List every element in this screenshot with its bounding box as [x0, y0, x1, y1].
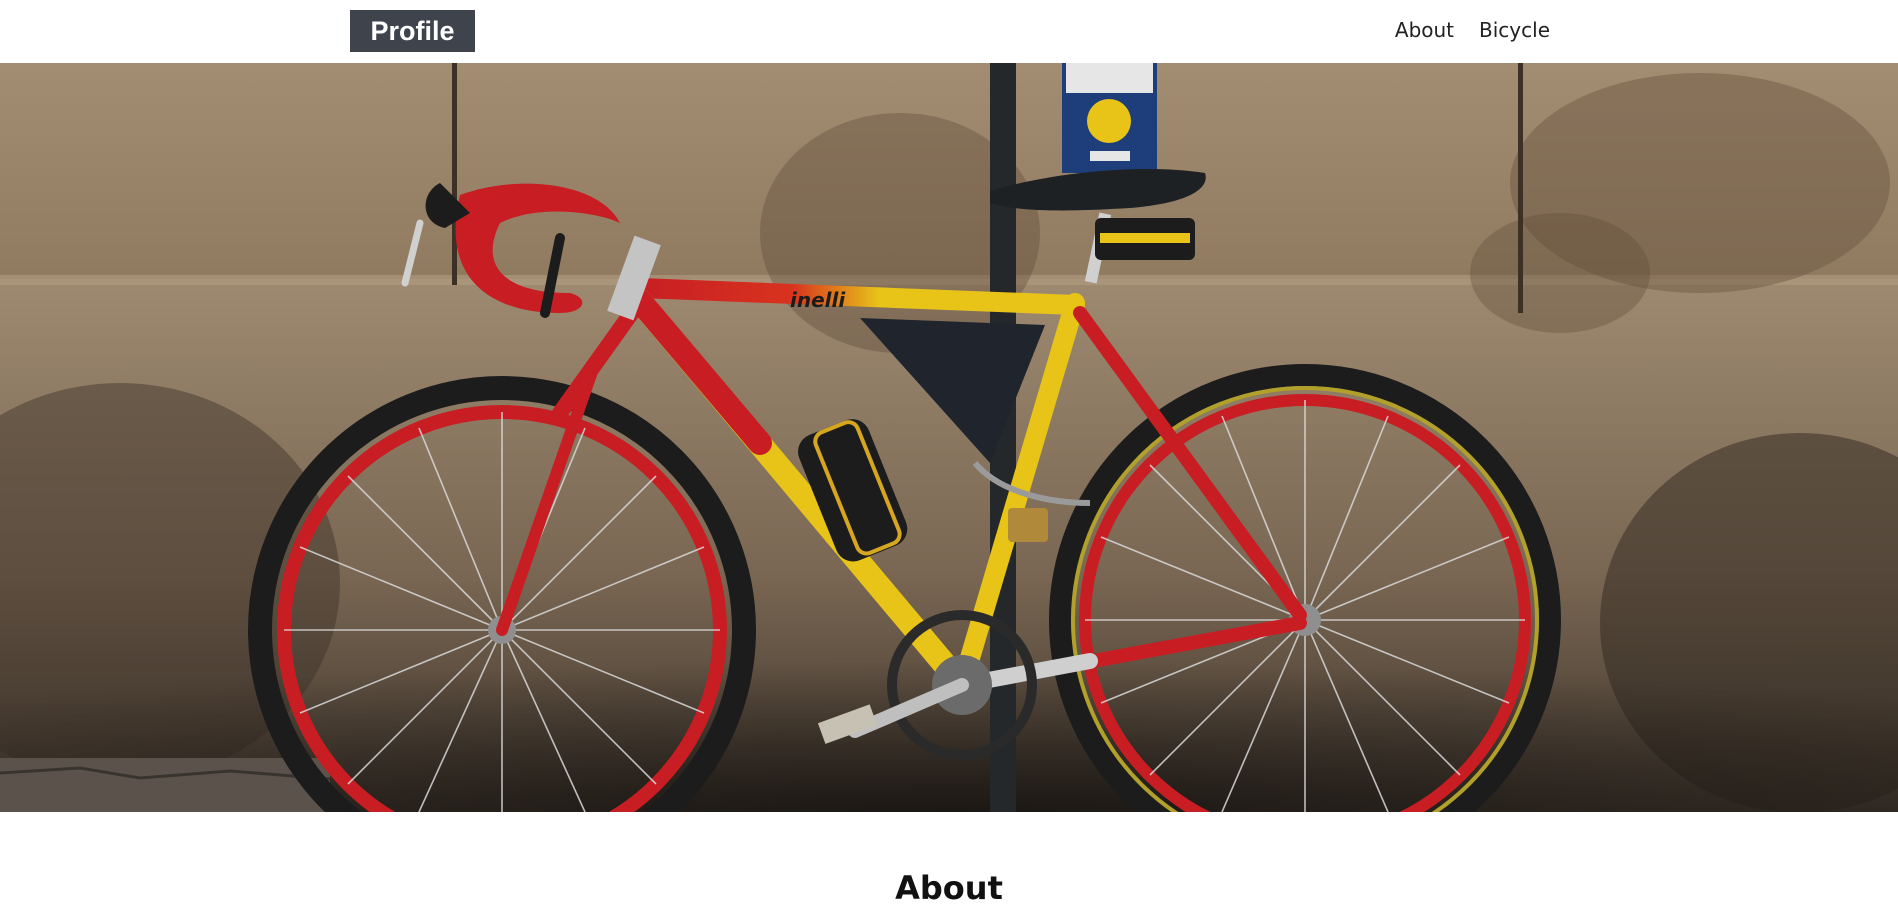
about-heading: About	[895, 869, 1003, 907]
frame-brand-text: inelli	[790, 288, 846, 312]
nav-links: About Bicycle	[1395, 14, 1550, 46]
brand-logo[interactable]: Profile	[350, 10, 475, 52]
nav-link-about[interactable]: About	[1395, 14, 1454, 46]
bicycle-photo: inelli	[0, 63, 1898, 812]
navbar: Profile About Bicycle	[0, 0, 1898, 63]
nav-link-bicycle[interactable]: Bicycle	[1479, 14, 1550, 46]
hero-image: inelli	[0, 63, 1898, 812]
